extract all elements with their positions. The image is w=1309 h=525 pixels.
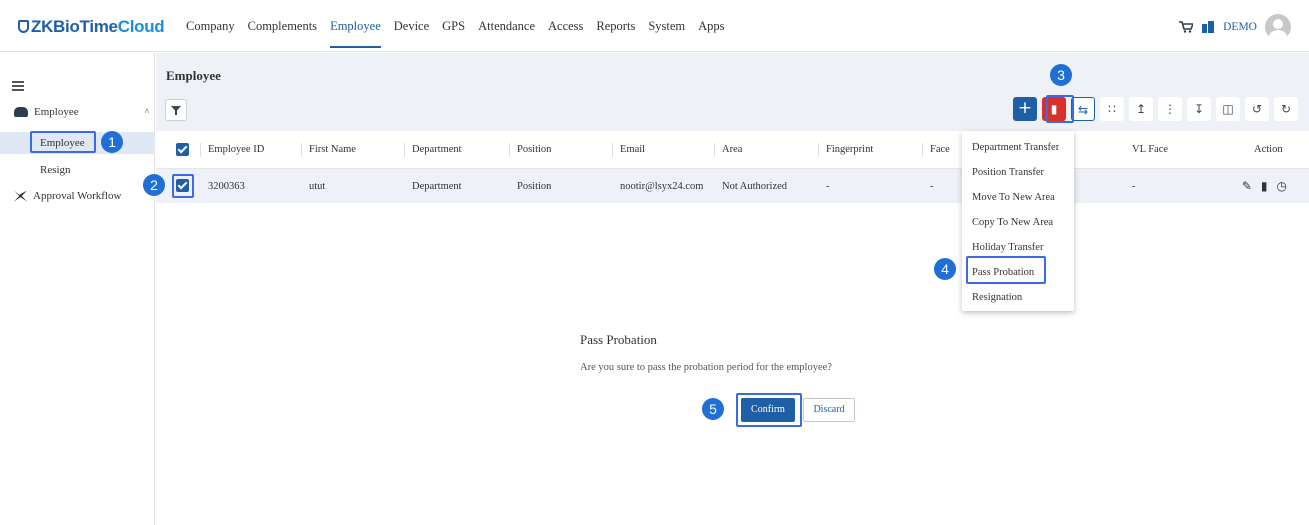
menu-item-department-transfer[interactable]: Department Transfer — [962, 135, 1074, 160]
page-header: Employee + ▮ ⇆ ∷ ↥ ⋮ ↧ ◫ ↺ ↻ — [156, 53, 1309, 131]
transfer-button[interactable]: ⇆ — [1071, 97, 1095, 121]
nav-apps[interactable]: Apps — [698, 19, 724, 48]
nav-system[interactable]: System — [648, 19, 685, 48]
step-marker-3: 3 — [1050, 64, 1072, 86]
shield-icon — [18, 20, 29, 33]
app-logo[interactable]: ZKBioTimeCloud — [18, 17, 165, 37]
table-row[interactable]: 3200363 utut Department Position nootir@… — [156, 169, 1309, 203]
cell-face: - — [930, 180, 934, 192]
cell-employee-id: 3200363 — [208, 180, 245, 192]
nav-gps[interactable]: GPS — [442, 19, 465, 48]
highlight-confirm-button — [736, 393, 802, 427]
edit-icon[interactable]: ✎ — [1242, 179, 1252, 193]
nav-reports[interactable]: Reports — [596, 19, 635, 48]
menu-item-position-transfer[interactable]: Position Transfer — [962, 160, 1074, 185]
page-title: Employee — [166, 68, 221, 83]
col-area[interactable]: Area — [722, 144, 742, 155]
col-action: Action — [1254, 144, 1283, 155]
col-fingerprint[interactable]: Fingerprint — [826, 144, 873, 155]
dialog-title: Pass Probation — [580, 332, 657, 347]
cell-position: Position — [517, 180, 552, 192]
col-position[interactable]: Position — [517, 144, 551, 155]
top-navbar: ZKBioTimeCloud Company Complements Emplo… — [0, 0, 1309, 52]
logo-accent-text: Cloud — [117, 17, 165, 36]
chevron-up-icon: ^ — [144, 107, 149, 117]
nav-attendance[interactable]: Attendance — [478, 19, 535, 48]
sidebar: Employee ^ Employee Resign Approval Work… — [0, 53, 155, 525]
sidebar-group-approval-workflow[interactable]: Approval Workflow — [14, 190, 121, 202]
table-header: Employee ID First Name Department Positi… — [156, 131, 1309, 169]
row-actions: ✎ ▮ ◷ — [1242, 179, 1287, 193]
step-marker-5: 5 — [702, 398, 724, 420]
columns-icon[interactable]: ◫ — [1216, 97, 1240, 121]
col-vl-face[interactable]: VL Face — [1132, 144, 1168, 155]
add-button[interactable]: + — [1013, 97, 1037, 121]
grid-icon[interactable]: ∷ — [1100, 97, 1124, 121]
col-employee-id[interactable]: Employee ID — [208, 144, 264, 155]
col-face[interactable]: Face — [930, 144, 950, 155]
trash-icon[interactable]: ▮ — [1261, 179, 1268, 193]
cell-area: Not Authorized — [722, 180, 788, 192]
collapse-menu-icon[interactable] — [12, 81, 24, 91]
more-icon[interactable]: ⋮ — [1158, 97, 1182, 121]
main-nav: Company Complements Employee Device GPS … — [186, 19, 738, 48]
step-marker-4: 4 — [934, 258, 956, 280]
cell-email: nootir@lsyx24.com — [620, 180, 704, 192]
step-marker-2: 2 — [143, 174, 165, 196]
select-all-checkbox[interactable] — [176, 143, 189, 156]
upload-icon[interactable]: ↥ — [1129, 97, 1153, 121]
history-icon[interactable]: ↺ — [1245, 97, 1269, 121]
cell-department: Department — [412, 180, 462, 192]
highlight-pass-probation — [966, 256, 1046, 284]
step-marker-1: 1 — [101, 131, 123, 153]
download-icon[interactable]: ↧ — [1187, 97, 1211, 121]
menu-item-resignation[interactable]: Resignation — [962, 285, 1074, 310]
nav-access[interactable]: Access — [548, 19, 583, 48]
cart-icon[interactable] — [1179, 21, 1194, 33]
nav-device[interactable]: Device — [394, 19, 429, 48]
history-icon[interactable]: ◷ — [1277, 179, 1287, 193]
highlight-transfer-button — [1046, 95, 1074, 123]
nav-employee[interactable]: Employee — [330, 19, 381, 48]
sidebar-item-resign[interactable]: Resign — [0, 159, 155, 181]
cell-first-name: utut — [309, 180, 326, 192]
sidebar-group-employee[interactable]: Employee ^ — [14, 106, 149, 118]
nav-company[interactable]: Company — [186, 19, 235, 48]
discard-button[interactable]: Discard — [803, 398, 855, 422]
organization-icon — [1202, 21, 1215, 33]
main-content: Employee + ▮ ⇆ ∷ ↥ ⋮ ↧ ◫ ↺ ↻ Employee ID… — [156, 53, 1309, 525]
logo-text: ZKBioTime — [31, 17, 118, 36]
dialog-message: Are you sure to pass the probation perio… — [580, 362, 832, 373]
cell-vl-face: - — [1132, 180, 1136, 192]
transfer-dropdown-menu: Department Transfer Position Transfer Mo… — [962, 131, 1074, 311]
refresh-icon[interactable]: ↻ — [1274, 97, 1298, 121]
top-right-tools: DEMO — [1179, 14, 1291, 40]
people-icon — [14, 107, 28, 117]
sidebar-group-label: Employee — [34, 106, 79, 118]
tools-icon — [14, 190, 27, 202]
avatar[interactable] — [1265, 14, 1291, 40]
employee-table: Employee ID First Name Department Positi… — [156, 131, 1309, 203]
filter-button[interactable] — [165, 99, 187, 121]
col-email[interactable]: Email — [620, 144, 645, 155]
highlight-employee-menu — [30, 131, 96, 153]
nav-complements[interactable]: Complements — [248, 19, 317, 48]
col-first-name[interactable]: First Name — [309, 144, 356, 155]
cell-fingerprint: - — [826, 180, 830, 192]
user-name[interactable]: DEMO — [1223, 21, 1257, 33]
menu-item-move-to-new-area[interactable]: Move To New Area — [962, 185, 1074, 210]
col-department[interactable]: Department — [412, 144, 462, 155]
highlight-row-checkbox — [172, 174, 194, 198]
menu-item-copy-to-new-area[interactable]: Copy To New Area — [962, 210, 1074, 235]
sidebar-group2-label: Approval Workflow — [33, 190, 122, 202]
